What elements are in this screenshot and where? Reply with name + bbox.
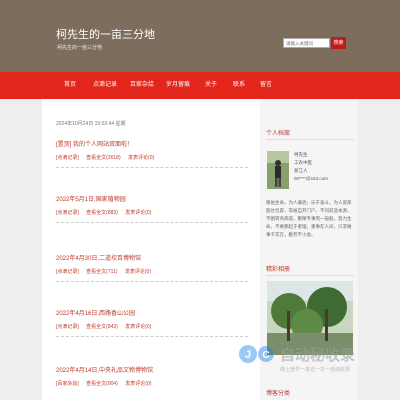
post-meta: [点滴记录] 查看全文(711) 发表评论(0) [56,268,248,275]
post-views-link[interactable]: 查看全文(2618) [86,155,120,161]
post-category[interactable]: [百家杂烩] [56,381,79,387]
post-title[interactable]: 2022年4月30日,二道坎百博物馆 [56,253,248,262]
category-heading: 博客分类 [266,391,291,397]
profile-hometown: 浙江人 [294,168,308,173]
post-title[interactable]: 2022年5月1日,国家植物园 [56,194,248,203]
profile-job: 工农中医 [294,160,312,165]
post-comments-link[interactable]: 发表评论(0) [125,381,151,387]
post-title[interactable]: [置顶] 我的个人网站双面啦！ [56,139,248,148]
post-meta: [百家杂烩] 查看全文(904) 发表评论(0) [56,380,248,387]
post-views-link[interactable]: 查看全文(883) [86,210,118,216]
nav-item-contact[interactable]: 联系 [233,72,245,99]
post-divider [56,281,248,282]
site-title[interactable]: 柯先生的一亩三分地 [56,26,155,42]
nav-item-home[interactable]: 首页 [64,72,76,99]
profile-bio: 敬佑生命，为人谦逊，乐于奋斗，为人宽厚豁达包容，常被自开门户、不问前途本源，不图… [266,200,352,237]
search-button[interactable]: 搜索 [331,37,346,49]
nav-item-misc[interactable]: 百家杂烩 [130,72,154,99]
post-title[interactable]: 2022年4月14日,中央礼品文物博物馆 [56,365,248,374]
album-heading: 精彩相册 [266,267,291,273]
site-subtitle: 柯先生的一亩三分地 [57,45,103,51]
watermark-brand: 自动秘收录 [280,346,355,364]
nav-item-guestbook[interactable]: 留言 [260,72,272,99]
post-title[interactable]: 2022年4月16日,西路香山公园 [56,308,248,317]
watermark-slogan: 做上榜号一来访一次一自动收录 [280,366,350,373]
nav-item-about[interactable]: 关于 [205,72,217,99]
post-meta: [点滴记录] 查看全文(883) 发表评论(0) [56,209,248,216]
heading-divider [266,275,354,276]
post-item: 2022年5月1日,国家植物园 [点滴记录] 查看全文(883) 发表评论(0) [56,194,248,223]
search-input[interactable] [283,38,330,48]
post-divider [56,167,248,168]
post-category[interactable]: [点滴记录] [56,155,79,161]
profile-name: 柯先生 [294,152,308,157]
nav-item-memories[interactable]: 岁月留痕 [166,72,190,99]
post-meta: [点滴记录] 查看全文(843) 发表评论(0) [56,323,248,330]
post-views-link[interactable]: 查看全文(904) [86,381,118,387]
profile-email: 00****@163.com [294,176,328,181]
profile-photo [267,151,289,189]
post-divider [56,222,248,223]
post-views-link[interactable]: 查看全文(843) [86,324,118,330]
post-comments-link[interactable]: 发表评论(0) [128,155,154,161]
post-list: 2024年10月24日 19:02:44 星期 [置顶] 我的个人网站双面啦！ … [42,99,260,400]
profile-heading: 个人档案 [266,131,291,137]
post-category[interactable]: [点滴记录] [56,269,79,275]
post-item: 2022年4月16日,西路香山公园 [点滴记录] 查看全文(843) 发表评论(… [56,308,248,337]
post-category[interactable]: [点滴记录] [56,210,79,216]
post-meta: [点滴记录] 查看全文(2618) 发表评论(0) [56,154,248,161]
post-category[interactable]: [点滴记录] [56,324,79,330]
nav-item-records[interactable]: 点滴记录 [93,72,117,99]
post-item: [置顶] 我的个人网站双面啦！ [点滴记录] 查看全文(2618) 发表评论(0… [56,139,248,168]
post-comments-link[interactable]: 发表评论(0) [125,210,151,216]
profile-info: 柯先生 工农中医 浙江人 00****@163.com [294,151,328,183]
watermark-logo: J C 自动秘收录 做上榜号一来访一次一自动收录 [239,345,355,373]
post-views-link[interactable]: 查看全文(711) [86,269,117,275]
post-comments-link[interactable]: 发表评论(0) [125,324,151,330]
site-header: 柯先生的一亩三分地 柯先生的一亩三分地 搜索 [0,0,400,72]
main-nav: 首页 点滴记录 百家杂烩 岁月留痕 关于 联系 留言 [0,72,400,99]
svg-text:C: C [262,350,269,361]
svg-text:J: J [245,349,251,361]
current-date: 2024年10月24日 19:02:44 星期 [56,121,126,127]
post-comments-link[interactable]: 发表评论(0) [125,269,151,275]
heading-divider [266,139,354,140]
post-divider [56,336,248,337]
post-item: 2022年4月14日,中央礼品文物博物馆 [百家杂烩] 查看全文(904) 发表… [56,365,248,387]
post-item: 2022年4月30日,二道坎百博物馆 [点滴记录] 查看全文(711) 发表评论… [56,253,248,282]
